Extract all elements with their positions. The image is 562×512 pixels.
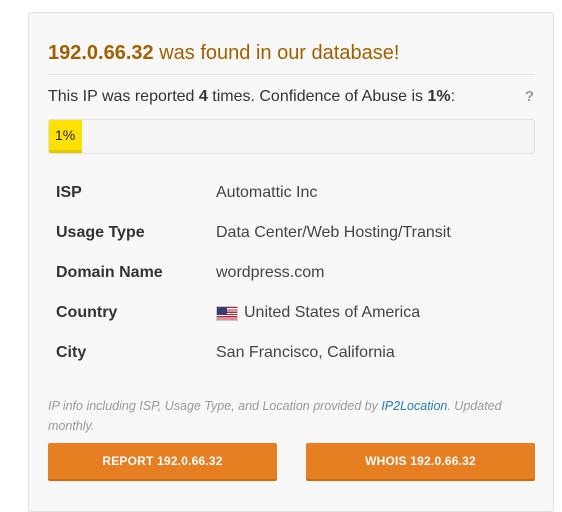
report-summary-prefix: This IP was reported — [48, 88, 199, 105]
info-key: ISP — [56, 184, 82, 201]
divider — [48, 74, 535, 75]
confidence-value: 1% — [427, 88, 451, 105]
info-row-isp: ISP Automattic Inc — [48, 173, 535, 213]
info-value-country: United States of America — [216, 304, 420, 322]
ip-result-card: 192.0.66.32 was found in our database! T… — [28, 12, 554, 512]
info-key: Usage Type — [56, 224, 145, 241]
ip2location-link[interactable]: IP2Location — [381, 399, 447, 413]
country-name: United States of America — [244, 304, 421, 321]
info-value: Data Center/Web Hosting/Transit — [216, 224, 451, 241]
ip-info-table: ISP Automattic Inc Usage Type Data Cente… — [48, 173, 535, 373]
info-key: Domain Name — [56, 264, 163, 281]
info-row-usage-type: Usage Type Data Center/Web Hosting/Trans… — [48, 213, 535, 253]
help-icon[interactable]: ? — [525, 88, 534, 105]
result-headline: 192.0.66.32 was found in our database! — [48, 42, 399, 65]
us-flag-icon — [216, 305, 238, 321]
info-value: San Francisco, California — [216, 344, 395, 361]
info-row-domain-name: Domain Name wordpress.com — [48, 253, 535, 293]
info-row-country: Country United States of America — [48, 293, 535, 333]
info-value: wordpress.com — [216, 264, 325, 281]
report-ip-button[interactable]: REPORT 192.0.66.32 — [48, 443, 277, 481]
report-summary-middle: times. Confidence of Abuse is — [207, 88, 428, 105]
info-key: City — [56, 344, 87, 361]
data-source-note: IP info including ISP, Usage Type, and L… — [48, 396, 535, 436]
report-summary-suffix: : — [450, 88, 456, 105]
info-row-city: City San Francisco, California — [48, 333, 535, 373]
report-count: 4 — [198, 88, 208, 105]
note-text: IP info including ISP, Usage Type, and L… — [48, 399, 382, 413]
whois-ip-button[interactable]: WHOIS 192.0.66.32 — [306, 443, 535, 481]
abuse-confidence-fill: 1% — [49, 120, 82, 153]
ip-address: 192.0.66.32 — [48, 42, 154, 64]
abuse-confidence-bar: 1% — [48, 119, 535, 154]
info-value: Automattic Inc — [216, 184, 318, 201]
headline-suffix: was found in our database! — [153, 42, 400, 64]
report-summary: This IP was reported 4 times. Confidence… — [48, 88, 455, 106]
info-key: Country — [56, 304, 118, 321]
